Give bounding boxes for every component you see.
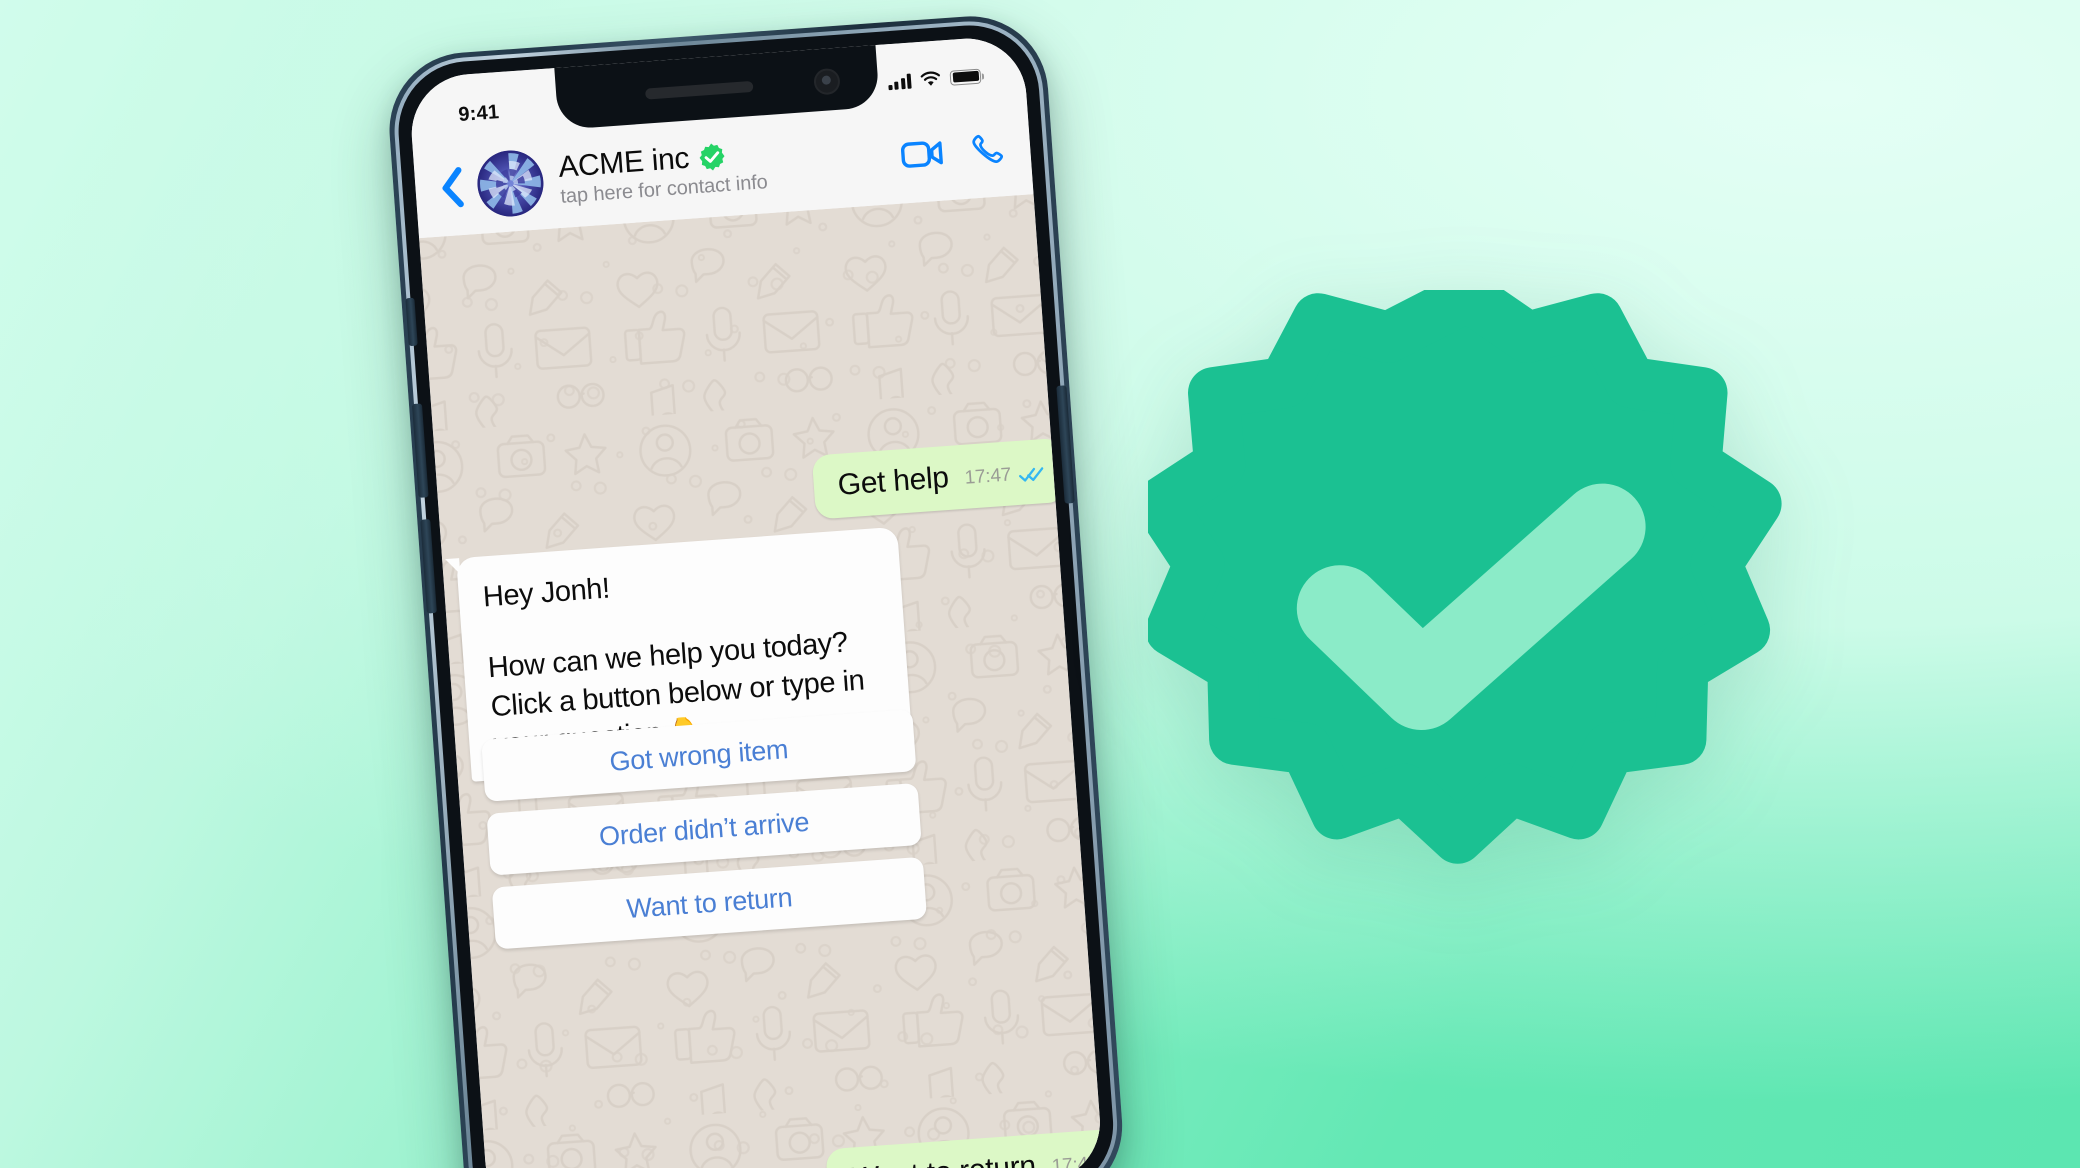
badge-star-shape — [1148, 290, 1782, 864]
status-bar-icons — [887, 68, 982, 91]
power-button[interactable] — [1056, 385, 1075, 504]
quick-reply-button-group: Got wrong item Order didn’t arrive Want … — [481, 709, 928, 961]
phone-frame: 9:41 ACME inc tap here for contact info … — [384, 11, 1128, 1168]
message-text: Want to return — [850, 1149, 1037, 1168]
quick-reply-label: Order didn’t arrive — [598, 806, 811, 852]
contact-info-block[interactable]: ACME inc tap here for contact info — [557, 128, 888, 209]
video-call-button[interactable] — [899, 137, 945, 170]
video-camera-icon — [900, 141, 943, 168]
avatar-pattern — [475, 148, 546, 219]
back-button[interactable] — [428, 158, 478, 217]
bot-greeting: Hey Jonh! — [481, 572, 611, 614]
chat-message-list[interactable]: Get help 17:47 Hey Jonh! How can we help… — [419, 194, 1105, 1168]
message-timestamp: 17:47 — [963, 464, 1012, 489]
battery-icon — [949, 68, 982, 86]
phone-metal-rim: 9:41 ACME inc tap here for contact info … — [389, 16, 1123, 1168]
chevron-left-icon — [442, 167, 464, 208]
message-text: Get help — [836, 460, 950, 502]
quick-reply-label: Want to return — [625, 881, 794, 924]
message-timestamp: 17:47 — [1051, 1152, 1100, 1168]
double-check-icon — [1018, 466, 1043, 482]
phone-handset-icon — [972, 134, 1004, 164]
phone-screen: 9:41 ACME inc tap here for contact info … — [407, 34, 1105, 1168]
whatsapp-verified-business-badge — [1148, 290, 1782, 864]
quick-reply-label: Got wrong item — [608, 733, 790, 777]
verified-check-badge-icon — [699, 143, 725, 171]
cellular-signal-icon — [887, 73, 912, 90]
iphone-mockup: 9:41 ACME inc tap here for contact info … — [383, 0, 1167, 1168]
volume-down-button[interactable] — [420, 519, 437, 614]
status-bar-clock: 9:41 — [457, 100, 500, 126]
header-actions — [899, 131, 1005, 172]
wifi-icon — [920, 71, 940, 86]
volume-up-button[interactable] — [411, 403, 429, 498]
voice-call-button[interactable] — [969, 131, 1005, 167]
avatar[interactable] — [475, 148, 546, 219]
silent-switch-button[interactable] — [405, 297, 418, 347]
front-camera-icon — [813, 67, 841, 96]
phone-body: 9:41 ACME inc tap here for contact info … — [393, 20, 1118, 1168]
earpiece-speaker — [644, 80, 754, 100]
